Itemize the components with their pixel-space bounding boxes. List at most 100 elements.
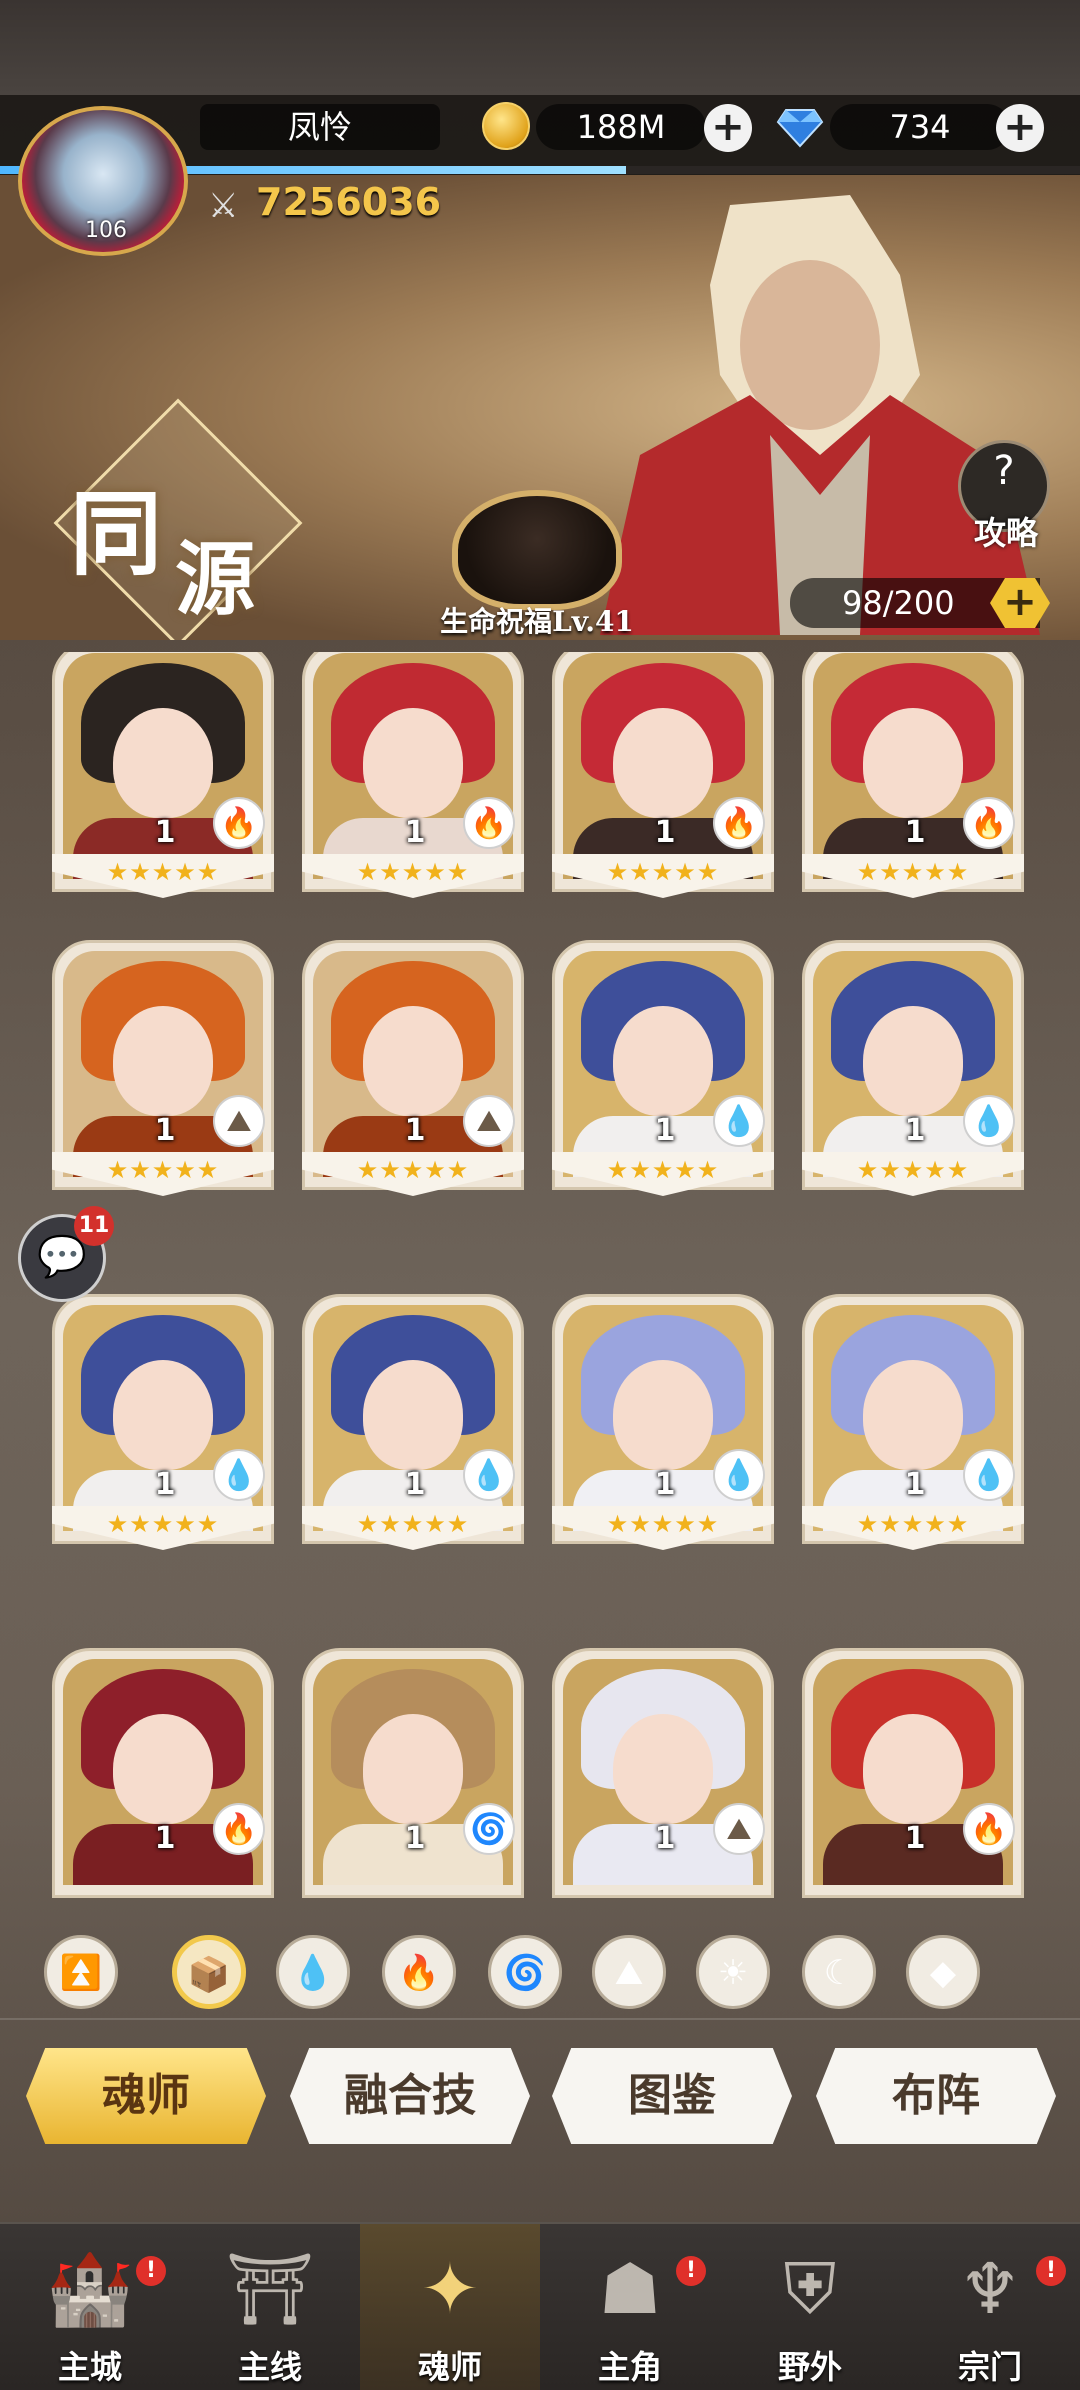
soul-master-card[interactable]: 1 💧 ★★★★★ — [52, 1294, 274, 1570]
portrait-face — [613, 708, 713, 818]
card-level: 1 — [654, 1113, 676, 1148]
card-level: 1 — [904, 1467, 926, 1502]
portrait-face — [863, 708, 963, 818]
filter-fire-button[interactable]: 🔥 — [382, 1935, 456, 2009]
crossed-swords-icon: ⚔ — [208, 186, 239, 226]
card-level: 1 — [904, 1821, 926, 1856]
soul-master-card[interactable]: 1 🔥 ★★★★★ — [302, 652, 524, 918]
soul-master-card[interactable]: 1 ⛰ — [552, 1648, 774, 1907]
card-level: 1 — [154, 1113, 176, 1148]
soul-master-card[interactable]: 1 💧 ★★★★★ — [802, 940, 1024, 1216]
tab-3[interactable]: 图鉴 — [552, 2048, 792, 2144]
fire-element-icon: 🔥 — [213, 797, 265, 849]
fire-element-icon: 🔥 — [463, 797, 515, 849]
earth-element-icon: ⛰ — [213, 1095, 265, 1147]
player-name: 凤怜 — [200, 104, 440, 150]
card-level: 1 — [404, 1467, 426, 1502]
nav-item-3[interactable]: ✦ 魂师 — [360, 2224, 540, 2390]
portrait-face — [863, 1360, 963, 1470]
nav-label: 宗门 — [957, 2348, 1022, 2386]
soul-master-card[interactable]: 1 🔥 — [52, 1648, 274, 1907]
soul-master-card[interactable]: 1 ⛰ ★★★★★ — [302, 940, 524, 1216]
portal-icon: ⛩ — [225, 2248, 315, 2330]
soul-master-card[interactable]: 1 🔥 ★★★★★ — [52, 652, 274, 918]
soul-master-card[interactable]: 1 💧 ★★★★★ — [552, 940, 774, 1216]
card-level: 1 — [904, 815, 926, 850]
combat-power: 7256036 — [256, 180, 442, 224]
divider — [0, 2018, 1080, 2020]
nav-label: 主城 — [57, 2348, 122, 2386]
nav-item-5[interactable]: ⛨ 野外 — [720, 2224, 900, 2390]
filter-rank-button[interactable]: ⏫ — [44, 1935, 118, 2009]
soul-master-card[interactable]: 1 ⛰ ★★★★★ — [52, 940, 274, 1216]
portrait-face — [113, 1360, 213, 1470]
add-coins-button[interactable]: + — [704, 104, 752, 152]
card-level: 1 — [404, 1821, 426, 1856]
water-element-icon: 💧 — [963, 1095, 1015, 1147]
nav-item-2[interactable]: ⛩ 主线 — [180, 2224, 360, 2390]
hood-icon: ☗ — [598, 2248, 662, 2330]
nav-label: 魂师 — [417, 2348, 482, 2386]
tab-2[interactable]: 融合技 — [290, 2048, 530, 2144]
tab-1[interactable]: 魂师 — [26, 2048, 266, 2144]
water-element-icon: 💧 — [463, 1449, 515, 1501]
filter-water-button[interactable]: 💧 — [276, 1935, 350, 2009]
diamond-icon — [776, 109, 824, 148]
soul-master-card[interactable]: 1 🔥 — [802, 1648, 1024, 1907]
card-frame: 1 🔥 — [802, 1648, 1024, 1898]
portrait-face — [363, 1006, 463, 1116]
shield-sword-icon: ⛨ — [783, 2248, 837, 2330]
fire-element-icon: 🔥 — [713, 797, 765, 849]
coin-balance: 188M — [536, 104, 706, 150]
soul-master-card[interactable]: 1 💧 ★★★★★ — [552, 1294, 774, 1570]
filter-box-button[interactable]: 📦 — [172, 1935, 246, 2009]
soul-master-card[interactable]: 1 🌀 — [302, 1648, 524, 1907]
nav-item-4[interactable]: ☗ 主角! — [540, 2224, 720, 2390]
status-strip — [0, 0, 1080, 95]
bottom-nav: 🏰 主城! ⛩ 主线 ✦ 魂师 ☗ 主角! ⛨ 野外 ♆ 宗门! — [0, 2222, 1080, 2390]
fire-element-icon: 🔥 — [213, 1803, 265, 1855]
filter-dark-button[interactable]: ☾ — [802, 1935, 876, 2009]
scroll-icon: ? — [993, 448, 1015, 494]
player-level: 106 — [85, 218, 127, 243]
tab-4[interactable]: 布阵 — [816, 2048, 1056, 2144]
portrait-face — [113, 1714, 213, 1824]
filter-light-button[interactable]: ☀ — [696, 1935, 770, 2009]
nav-item-1[interactable]: 🏰 主城! — [0, 2224, 180, 2390]
soul-master-card[interactable]: 1 💧 ★★★★★ — [802, 1294, 1024, 1570]
soul-master-card[interactable]: 1 🔥 ★★★★★ — [802, 652, 1024, 918]
filter-earth-button[interactable]: ⛰ — [592, 1935, 666, 2009]
chat-bubble-icon: 💬 — [37, 1234, 87, 1280]
nav-alert-badge: ! — [136, 2256, 166, 2286]
crystal-icon: ✦ — [420, 2248, 480, 2330]
filter-wind-button[interactable]: 🌀 — [488, 1935, 562, 2009]
portrait-face — [863, 1714, 963, 1824]
soul-master-card[interactable]: 1 🔥 ★★★★★ — [552, 652, 774, 918]
chat-unread-badge: 11 — [74, 1206, 114, 1246]
emblem-char-2: 源 — [175, 532, 255, 626]
soul-master-card[interactable]: 1 💧 ★★★★★ — [302, 1294, 524, 1570]
card-level: 1 — [154, 1467, 176, 1502]
emblem-icon: ♆ — [958, 2248, 1022, 2330]
card-frame: 1 🔥 — [52, 1648, 274, 1898]
filter-special-button[interactable]: ◆ — [906, 1935, 980, 2009]
portrait-face — [613, 1360, 713, 1470]
element-filter-bar: ⏫ 📦 💧 🔥 🌀 ⛰ ☀ ☾ ◆ — [0, 1925, 1080, 2015]
castle-icon: 🏰 — [46, 2248, 134, 2330]
soul-master-grid: 1 🔥 ★★★★★ 1 🔥 ★★★★★ 1 🔥 ★★★★★ 1 🔥 ★★★★★ 1 ⛰ ★★★★★ 1 ⛰ ★★★… — [0, 652, 1080, 1907]
water-element-icon: 💧 — [963, 1449, 1015, 1501]
coin-icon — [482, 102, 530, 150]
capacity-value: 98/200 — [842, 584, 955, 622]
portrait-face — [113, 1006, 213, 1116]
water-element-icon: 💧 — [713, 1449, 765, 1501]
tongyuan-emblem: 同 源 — [53, 398, 303, 640]
blessing-orb[interactable] — [452, 490, 622, 610]
gem-balance: 734 — [830, 104, 1010, 150]
card-frame: 1 ⛰ — [552, 1648, 774, 1898]
earth-element-icon: ⛰ — [463, 1095, 515, 1147]
water-element-icon: 💧 — [213, 1449, 265, 1501]
nav-label: 野外 — [777, 2348, 842, 2386]
add-gems-button[interactable]: + — [996, 104, 1044, 152]
nav-item-6[interactable]: ♆ 宗门! — [900, 2224, 1080, 2390]
fire-element-icon: 🔥 — [963, 1803, 1015, 1855]
